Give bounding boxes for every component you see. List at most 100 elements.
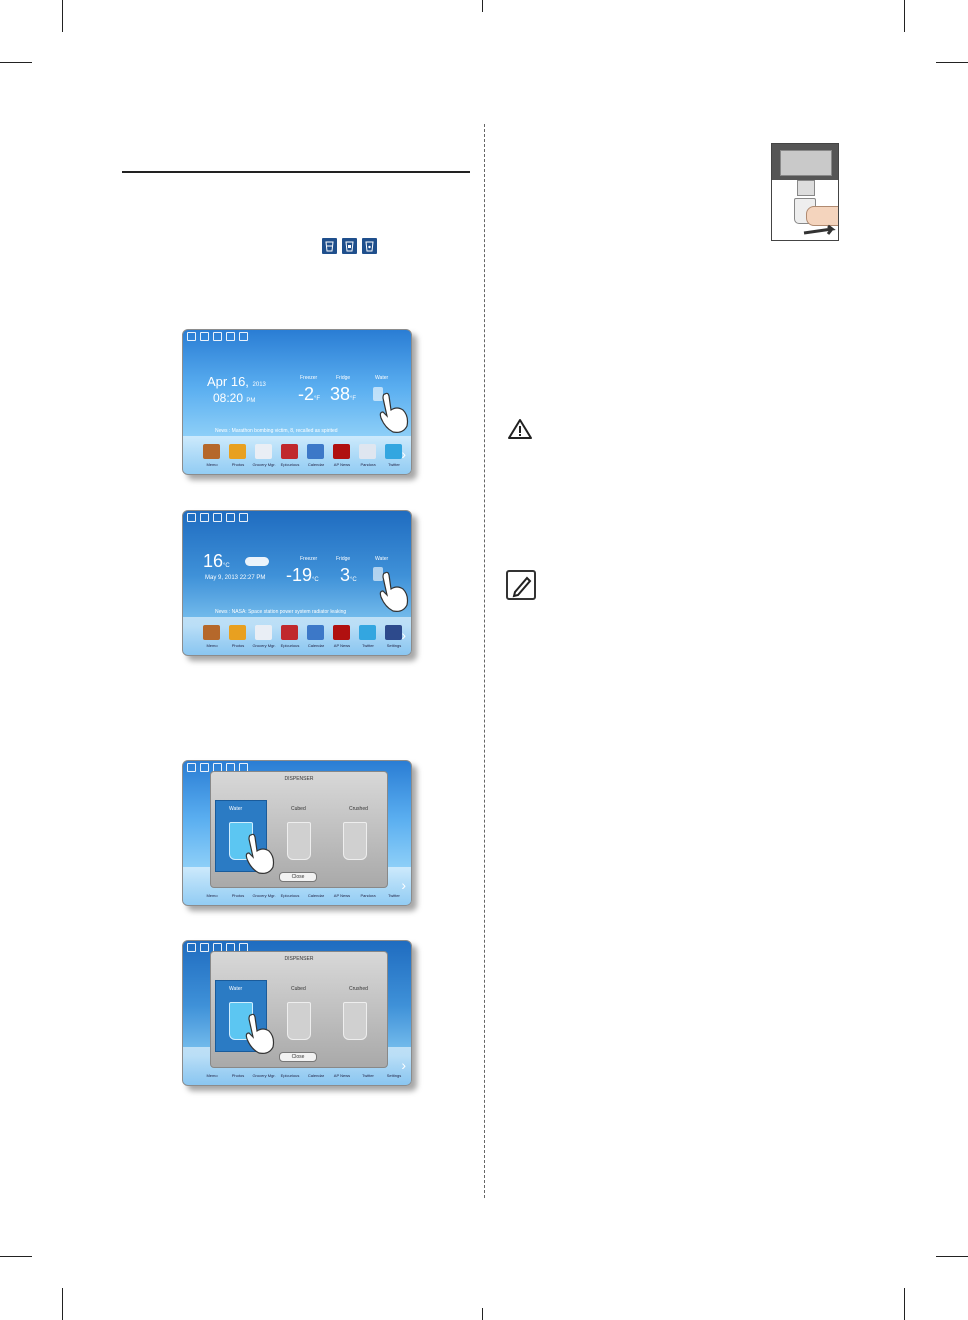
option-water[interactable]: Water (229, 806, 242, 812)
app-epicurious[interactable] (281, 625, 298, 640)
option-water[interactable]: Water (229, 986, 242, 992)
section-rule (122, 171, 470, 173)
screen-date: Apr 16, 2013 (207, 374, 266, 389)
water-label: Water (375, 375, 389, 381)
app-twitter[interactable] (385, 444, 402, 459)
app-settings[interactable] (385, 625, 402, 640)
app-label: Epicurious (280, 893, 300, 898)
app-label: Pandora (360, 462, 376, 467)
option-crushed[interactable]: Crushed (349, 986, 368, 992)
dispenser-dialog: DISPENSER Water Cubed Crushed Close (210, 771, 388, 888)
app-label: Memo (206, 893, 218, 898)
dialog-title: DISPENSER (284, 776, 314, 782)
status-bar (183, 511, 411, 523)
app-label: Grocery Mgr. (252, 462, 276, 467)
app-grocery[interactable] (255, 444, 272, 459)
hand-pointer-icon (245, 1013, 275, 1054)
app-calendar[interactable] (307, 625, 324, 640)
chevron-right-icon[interactable]: › (401, 446, 406, 462)
weather-temp: 16°C (203, 551, 230, 571)
cloud-icon (245, 557, 269, 566)
note-icon (506, 570, 536, 600)
app-apnews[interactable] (333, 625, 350, 640)
app-label: Grocery Mgr. (252, 1073, 276, 1078)
hand-pointer-icon (379, 392, 409, 433)
dispenser-dialog: DISPENSER Water Cubed Crushed Close (210, 951, 388, 1068)
app-memo[interactable] (203, 444, 220, 459)
app-label: Grocery Mgr. (252, 893, 276, 898)
app-label: AP News (333, 1073, 351, 1078)
hand-pointer-icon (245, 833, 275, 874)
app-label: Twitter (362, 643, 374, 648)
home-screen-celsius: 16°C May 9, 2013 22:27 PM Freezer Fridge… (182, 510, 412, 656)
option-cubed[interactable]: Cubed (291, 986, 306, 992)
app-label: Twitter (362, 1073, 374, 1078)
app-label: Calendar (307, 1073, 325, 1078)
cubed-glass-icon (287, 822, 311, 860)
app-label: Photos (231, 1073, 245, 1078)
app-label: Photos (231, 462, 245, 467)
close-button[interactable]: Close (279, 1052, 317, 1062)
dispenser-screen-a: Memo Photos Grocery Mgr. Epicurious Cale… (182, 760, 412, 906)
freezer-temp: -19°C (286, 565, 319, 585)
app-label: Memo (206, 1073, 218, 1078)
app-photos[interactable] (229, 625, 246, 640)
option-crushed[interactable]: Crushed (349, 806, 368, 812)
app-label: Epicurious (280, 462, 300, 467)
fridge-temp: 38°F (330, 384, 357, 404)
crushed-glass-icon (343, 1002, 367, 1040)
app-label: Epicurious (280, 1073, 300, 1078)
app-label: Memo (206, 462, 218, 467)
chevron-right-icon[interactable]: › (401, 877, 406, 893)
app-calendar[interactable] (307, 444, 324, 459)
hand-pointer-icon (379, 571, 409, 612)
dispenser-illustration (771, 143, 839, 241)
dispenser-screen-b: Memo Photos Grocery Mgr. Epicurious Cale… (182, 940, 412, 1086)
water-label: Water (375, 556, 389, 562)
app-memo[interactable] (203, 625, 220, 640)
app-label: Epicurious (280, 643, 300, 648)
app-label: Photos (231, 643, 245, 648)
app-label: Twitter (388, 893, 400, 898)
home-screen-fahrenheit: Apr 16, 2013 08:20 PM Freezer Fridge Wat… (182, 329, 412, 475)
freezer-temp: -2°F (298, 384, 321, 404)
app-epicurious[interactable] (281, 444, 298, 459)
screen-time: 08:20 PM (213, 391, 256, 405)
app-pandora[interactable] (359, 444, 376, 459)
chevron-right-icon[interactable]: › (401, 1057, 406, 1073)
app-label: Settings (386, 643, 402, 648)
app-label: AP News (333, 462, 351, 467)
app-label: Calendar (307, 893, 325, 898)
cubed-ice-icon (342, 238, 357, 254)
app-twitter[interactable] (359, 625, 376, 640)
cubed-glass-icon (287, 1002, 311, 1040)
fridge-temp: 3°C (340, 565, 357, 585)
option-cubed[interactable]: Cubed (291, 806, 306, 812)
app-label: Grocery Mgr. (252, 643, 276, 648)
chevron-right-icon[interactable]: › (401, 627, 406, 643)
app-label: Pandora (360, 893, 376, 898)
app-apnews[interactable] (333, 444, 350, 459)
fridge-label: Fridge (336, 375, 351, 381)
app-photos[interactable] (229, 444, 246, 459)
crushed-ice-icon (362, 238, 377, 254)
app-label: Photos (231, 893, 245, 898)
app-label: AP News (333, 893, 351, 898)
status-bar (183, 330, 411, 342)
close-button[interactable]: Close (279, 872, 317, 882)
news-ticker[interactable]: News : Marathon bombing victim, 8, recal… (215, 428, 338, 434)
crushed-glass-icon (343, 822, 367, 860)
app-dock: Memo Photos Grocery Mgr. Epicurious Cale… (183, 436, 411, 474)
screen-date: May 9, 2013 22:27 PM (205, 575, 266, 581)
news-ticker[interactable]: News : NASA: Space station power system … (215, 609, 346, 615)
app-dock: Memo Photos Grocery Mgr. Epicurious Cale… (183, 617, 411, 655)
app-label: Memo (206, 643, 218, 648)
column-divider (484, 124, 485, 1198)
warning-icon (508, 419, 532, 439)
fridge-label: Fridge (336, 556, 351, 562)
mode-icons (322, 238, 377, 254)
app-label: Calendar (307, 643, 325, 648)
water-mode-icon (322, 238, 337, 254)
app-grocery[interactable] (255, 625, 272, 640)
app-label: AP News (333, 643, 351, 648)
